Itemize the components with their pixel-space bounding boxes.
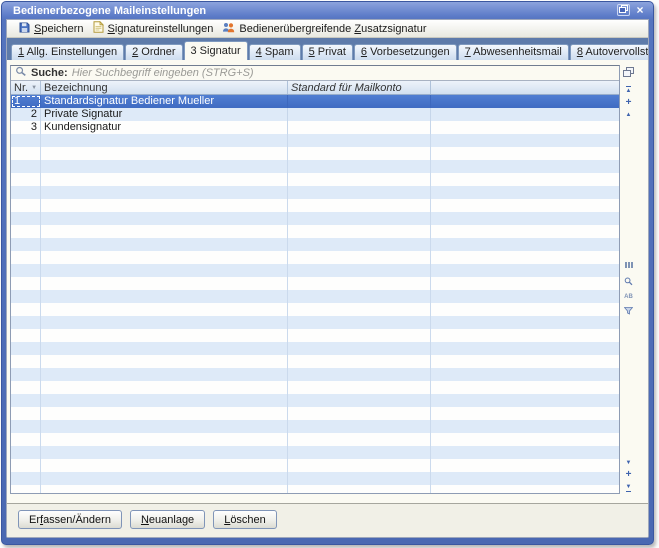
grid-tools-group: AB (624, 260, 633, 318)
table-row[interactable]: 1 Standardsignatur Bediener Mueller (11, 95, 619, 108)
search-icon (15, 66, 27, 80)
loeschen-button[interactable]: Löschen (213, 510, 277, 529)
save-icon (19, 22, 30, 36)
signature-settings-label: Signatureinstellungen (108, 23, 214, 35)
tab-signatur[interactable]: 3 Signatur (184, 41, 248, 60)
restore-button[interactable] (617, 4, 630, 16)
grid-columns-area: Suche: Hier Suchbegriff eingeben (STRG+S… (10, 65, 620, 494)
tab-allg-einstellungen[interactable]: 1 Allg. Einstellungen (11, 44, 124, 60)
row-nr-cell: 2 (11, 108, 41, 121)
footer-button-bar: Erfassen/Ändern Neuanlage Löschen (7, 503, 648, 537)
toolbar: Speichern Signatureinstellungen (7, 20, 648, 38)
neuanlage-button[interactable]: Neuanlage (130, 510, 205, 529)
scroll-down-group: ▼ + ▼ (626, 460, 632, 492)
row-nr-cell: 3 (11, 121, 41, 134)
close-button[interactable]: × (634, 4, 646, 16)
table-row[interactable]: 2 Private Signatur (11, 108, 619, 121)
tab-ordner[interactable]: 2 Ordner (125, 44, 182, 60)
row-standard-cell (288, 121, 431, 134)
column-header-extra[interactable] (431, 81, 619, 94)
scroll-up-group: ▲ + ▲ (626, 86, 632, 118)
tab-spam[interactable]: 4 Spam (249, 44, 301, 60)
column-header-nr[interactable]: Nr. ▼ (11, 81, 41, 94)
signature-settings-button[interactable]: Signatureinstellungen (93, 21, 214, 36)
users-icon (222, 22, 235, 36)
restore-icon (619, 4, 628, 16)
global-extra-signature-button[interactable]: Bedienerübergreifende Zusatzsignatur (222, 22, 426, 36)
row-bezeichnung-cell: Kundensignatur (41, 121, 288, 134)
tab-vorbesetzungen[interactable]: 6 Vorbesetzungen (354, 44, 457, 60)
card-view-icon[interactable] (625, 260, 633, 272)
goto-first-row-button[interactable]: ▲ (626, 86, 632, 94)
column-header-bezeichnung[interactable]: Bezeichnung (41, 81, 288, 94)
search-placeholder: Hier Suchbegriff eingeben (STRG+S) (72, 67, 254, 79)
search-input[interactable]: Suche: Hier Suchbegriff eingeben (STRG+S… (11, 66, 619, 81)
tab-page-signatur: Suche: Hier Suchbegriff eingeben (STRG+S… (7, 60, 648, 537)
page-up-button[interactable]: + (626, 99, 632, 107)
row-nr-cell: 1 (11, 95, 41, 108)
tab-privat[interactable]: 5 Privat (302, 44, 353, 60)
row-bezeichnung-cell: Private Signatur (41, 108, 288, 121)
row-standard-cell (288, 108, 431, 121)
row-up-button[interactable]: ▲ (626, 112, 632, 118)
table-row[interactable]: 3 Kundensignatur (11, 121, 619, 134)
save-label: Speichern (34, 23, 84, 35)
dialog-window: Bedienerbezogene Maileinstellungen × (1, 1, 654, 545)
goto-last-row-button[interactable]: ▼ (626, 484, 632, 492)
save-button[interactable]: Speichern (19, 22, 84, 36)
tab-strip: 1 Allg. Einstellungen 2 Ordner 3 Signatu… (7, 38, 648, 60)
field-names-icon[interactable]: AB (624, 294, 633, 301)
tab-autovervollstaendigung[interactable]: 8 Autovervollständigung (570, 44, 649, 60)
zoom-icon[interactable] (624, 277, 633, 289)
title-bar[interactable]: Bedienerbezogene Maileinstellungen × (6, 3, 649, 19)
client-area: Speichern Signatureinstellungen (6, 19, 649, 538)
search-label: Suche: (31, 67, 68, 79)
signature-grid: Suche: Hier Suchbegriff eingeben (STRG+S… (10, 65, 635, 494)
signature-document-icon (93, 21, 104, 36)
filter-icon[interactable] (624, 306, 633, 318)
row-down-button[interactable]: ▼ (626, 460, 632, 466)
sort-indicator-icon: ▼ (31, 85, 37, 91)
column-header-standard-mailkonto[interactable]: Standard für Mailkonto (288, 81, 431, 94)
row-extra-cell (431, 108, 619, 121)
tab-abwesenheitsmail[interactable]: 7 Abwesenheitsmail (458, 44, 569, 60)
window-controls: × (617, 4, 646, 16)
grid-header-row: Nr. ▼ Bezeichnung Standard für Mailkonto (11, 81, 619, 95)
column-chooser-icon[interactable] (623, 67, 634, 80)
global-extra-signature-label: Bedienerübergreifende Zusatzsignatur (239, 23, 426, 35)
erfassen-aendern-button[interactable]: Erfassen/Ändern (18, 510, 122, 529)
row-extra-cell (431, 121, 619, 134)
row-standard-cell (288, 95, 431, 108)
window-title: Bedienerbezogene Maileinstellungen (13, 5, 206, 17)
row-bezeichnung-cell: Standardsignatur Bediener Mueller (41, 95, 288, 108)
grid-empty-rows (11, 134, 619, 493)
page-down-button[interactable]: + (626, 471, 632, 479)
row-extra-cell (431, 95, 619, 108)
grid-side-toolbar: ▲ + ▲ (620, 65, 635, 494)
